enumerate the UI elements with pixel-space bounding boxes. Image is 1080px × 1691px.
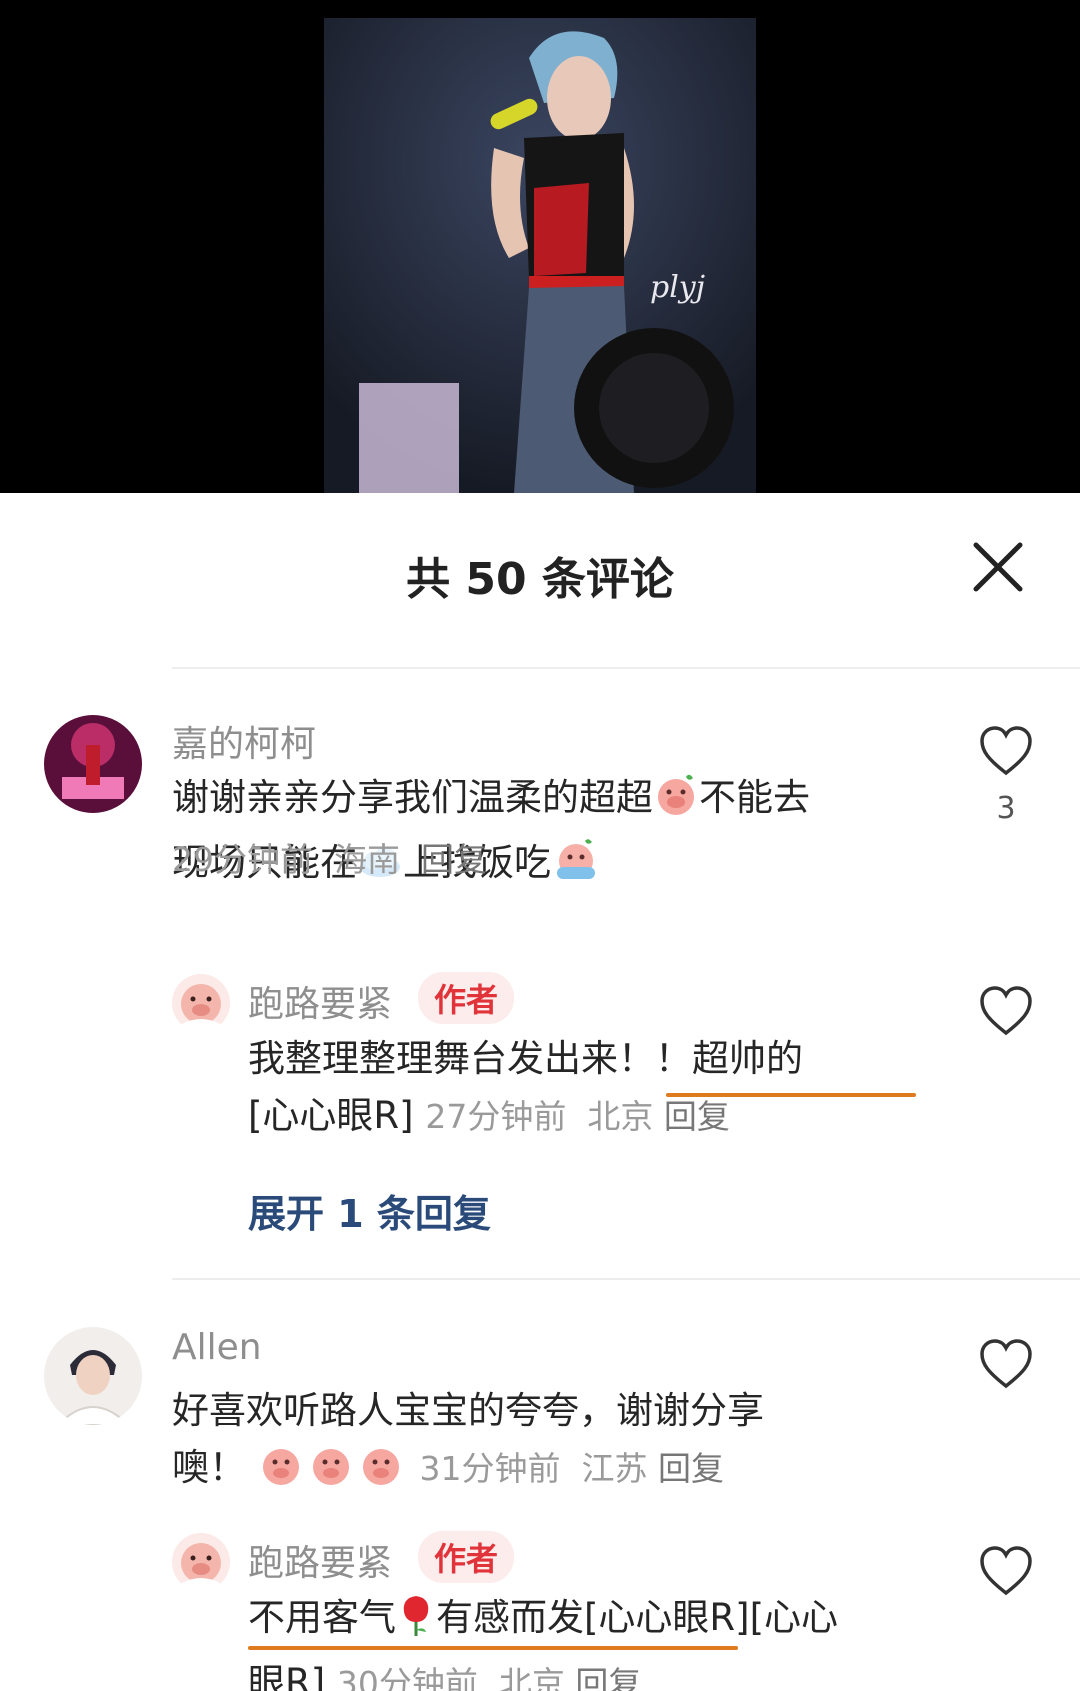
- video-watermark: plyj: [650, 270, 706, 305]
- reply-text-part: [心心眼R]: [248, 1094, 414, 1137]
- author-badge: 作者: [418, 1531, 515, 1583]
- avatar-image: [44, 1327, 142, 1425]
- pig-praying-emoji-icon: [653, 772, 699, 834]
- comment-location: 海南: [333, 840, 400, 879]
- comments-count-title: 共 50 条评论: [406, 554, 674, 605]
- reply-text-part: 不用客气: [248, 1596, 396, 1639]
- heart-icon: [980, 986, 1032, 1036]
- pig-crying-emoji-icon: [258, 1442, 408, 1504]
- comment-text-line: 好喜欢听路人宝宝的夸夸，谢谢分享: [172, 1389, 764, 1432]
- divider: [172, 1278, 1080, 1280]
- comment-text-part: 谢谢亲亲分享我们温柔的超超: [172, 776, 653, 819]
- reply-location: 北京: [498, 1664, 565, 1691]
- expand-replies-link[interactable]: 展开 1 条回复: [248, 1183, 491, 1238]
- comment-meta: 29分钟前 海南 回复: [172, 833, 487, 881]
- like-button[interactable]: [978, 1545, 1034, 1597]
- reply-location: 北京: [587, 1097, 654, 1136]
- comment-time: 29分钟前: [172, 840, 313, 879]
- comment-time: 31分钟前: [419, 1449, 561, 1488]
- comment-meta: 31分钟前 江苏 回复: [420, 1449, 724, 1488]
- avatar[interactable]: [172, 1533, 230, 1591]
- like-button[interactable]: [978, 1338, 1034, 1390]
- author-badge: 作者: [418, 972, 515, 1024]
- comments-sheet: 共 50 条评论 嘉的柯柯 谢谢亲亲分享我们温柔的超超 不能去 现场只能在 上找饭吃…: [0, 493, 1080, 1691]
- video-still-image: [324, 18, 756, 493]
- reply-meta: 30分钟前 北京 回复: [337, 1664, 641, 1691]
- rose-emoji-icon: [396, 1592, 436, 1654]
- reply-username[interactable]: 跑路要紧: [248, 1534, 392, 1586]
- reply-button[interactable]: 回复: [575, 1664, 641, 1691]
- heart-icon: [980, 1546, 1032, 1596]
- avatar[interactable]: [44, 1327, 142, 1425]
- heart-icon: [980, 726, 1032, 776]
- reply-text-line2: [心心眼R] 27分钟前 北京 回复: [248, 1087, 730, 1145]
- reply-time: 30分钟前: [336, 1664, 478, 1691]
- reply-text: 我整理整理舞台发出来！！超帅的: [248, 1030, 928, 1087]
- pig-avatar-image: [172, 1533, 230, 1591]
- comment-text-part: 噢！: [172, 1446, 246, 1489]
- reply-username[interactable]: 跑路要紧: [248, 975, 392, 1027]
- divider: [172, 667, 1080, 669]
- avatar[interactable]: [44, 715, 142, 813]
- reply-time: 27分钟前: [425, 1097, 567, 1136]
- reply-text-line: 我整理整理舞台发出来！！超帅的: [248, 1037, 803, 1080]
- avatar[interactable]: [172, 974, 230, 1032]
- like-count: 3: [996, 791, 1016, 826]
- comment-text: 好喜欢听路人宝宝的夸夸，谢谢分享 噢！ 31分钟前 江苏 回复: [172, 1382, 912, 1504]
- reply-button[interactable]: 回复: [664, 1097, 730, 1136]
- reply-button[interactable]: 回复: [658, 1449, 724, 1488]
- close-icon: [973, 542, 1023, 592]
- close-button[interactable]: [964, 533, 1032, 601]
- like-button[interactable]: [978, 985, 1034, 1037]
- comment-username[interactable]: Allen: [172, 1327, 262, 1368]
- reply-text-part: 有感而发[心心眼R][心心: [436, 1596, 839, 1639]
- comment-location: 江苏: [581, 1449, 648, 1488]
- reply-meta: 27分钟前 北京 回复: [425, 1097, 729, 1136]
- reply-text: 不用客气 有感而发[心心眼R][心心 眼R] 30分钟前 北京 回复: [248, 1589, 948, 1691]
- pig-crying-emoji-icon: [551, 837, 601, 899]
- like-button[interactable]: [978, 725, 1034, 777]
- comment-username[interactable]: 嘉的柯柯: [172, 715, 316, 767]
- video-frame[interactable]: [324, 18, 756, 493]
- video-player[interactable]: plyj: [0, 0, 1080, 493]
- comment-text-part: 不能去: [699, 776, 810, 819]
- avatar-image: [44, 715, 142, 813]
- reply-button[interactable]: 回复: [421, 840, 487, 879]
- heart-icon: [980, 1339, 1032, 1389]
- reply-text-part: 眼R]: [248, 1661, 326, 1691]
- highlight-underline: [248, 1646, 738, 1650]
- pig-avatar-image: [172, 974, 230, 1032]
